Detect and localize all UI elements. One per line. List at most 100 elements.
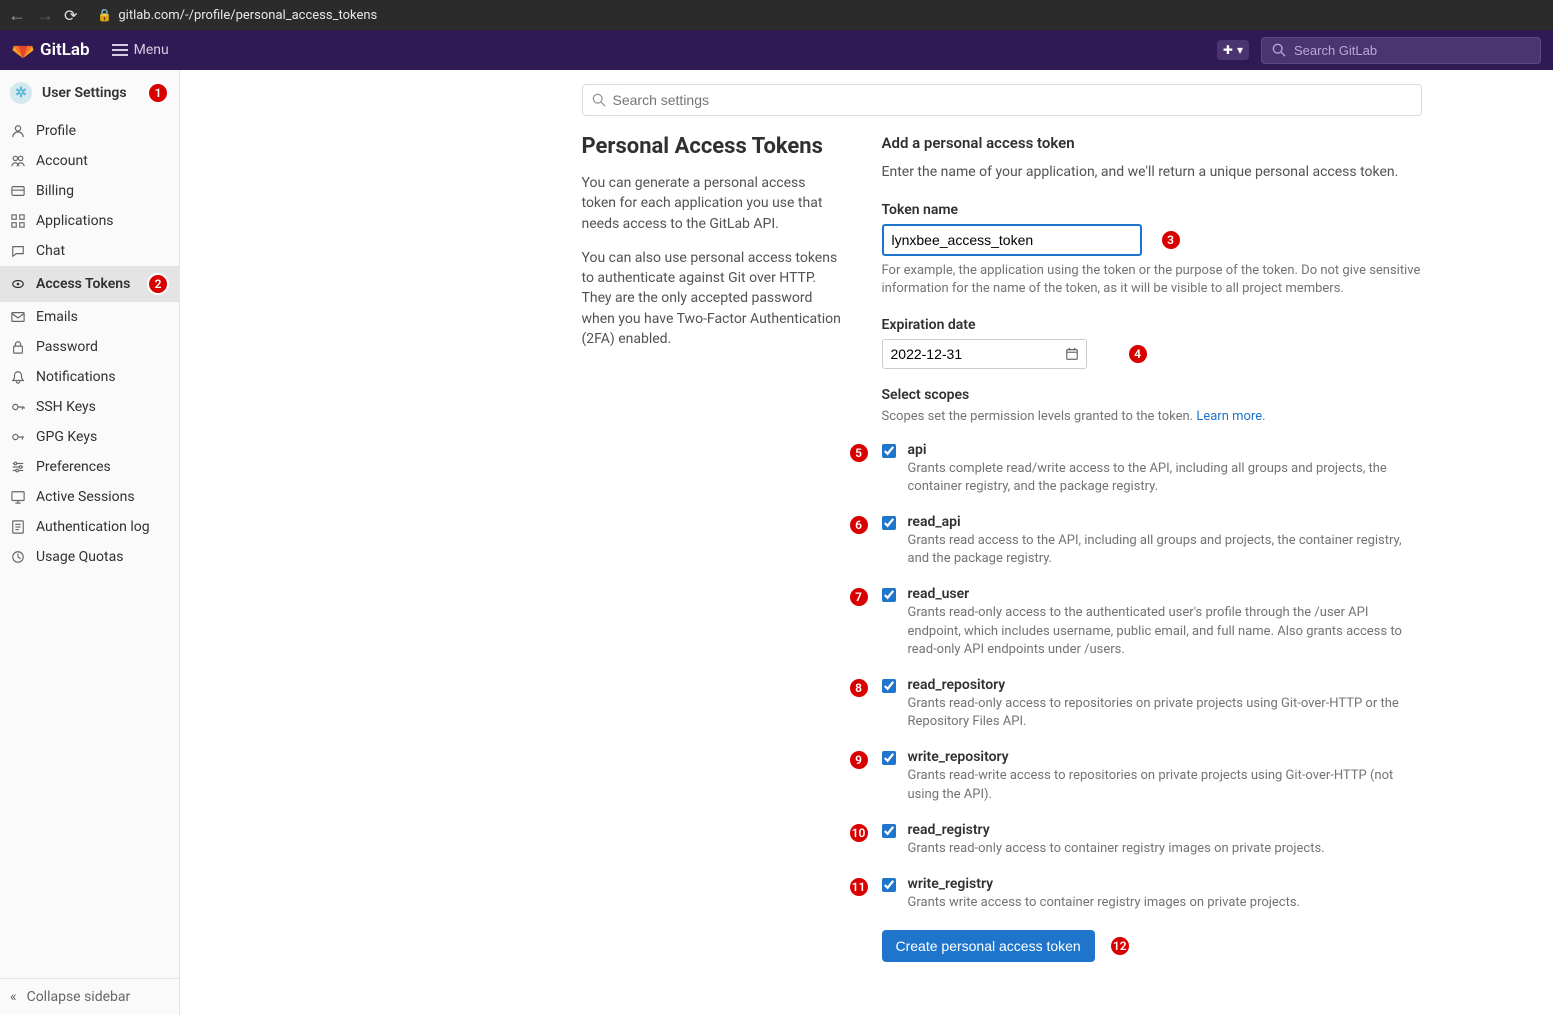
- sidebar-item-label: Applications: [36, 213, 114, 229]
- scope-row: 6 read_api Grants read access to the API, …: [846, 514, 1422, 568]
- gitlab-icon: [12, 39, 34, 61]
- account-icon: [10, 153, 26, 169]
- scope-row: 10read_registryGrants read-only access t…: [846, 822, 1422, 858]
- annotation-badge: 10: [848, 822, 870, 844]
- annotation-badge: 8: [848, 677, 870, 699]
- scope-name: write_registry: [908, 876, 1422, 892]
- sidebar-item-chat[interactable]: Chat: [0, 236, 179, 266]
- sidebar-item-label: Preferences: [36, 459, 111, 475]
- search-icon: [592, 93, 606, 107]
- annotation-badge: 7: [848, 586, 870, 608]
- sidebar-item-password[interactable]: Password: [0, 332, 179, 362]
- scope-checkbox[interactable]: [882, 751, 896, 765]
- profile-icon: [10, 123, 26, 139]
- scope-name: read_user: [908, 586, 1422, 602]
- scope-name: api: [908, 442, 1422, 458]
- expiration-input[interactable]: [882, 339, 1087, 369]
- scopes-label: Select scopes: [882, 387, 1422, 403]
- email-icon: [10, 309, 26, 325]
- sidebar-item-label: Password: [36, 339, 98, 355]
- main-content: Personal Access Tokens You can generate …: [180, 70, 1553, 1015]
- new-dropdown[interactable]: ✚ ▾: [1217, 40, 1249, 60]
- sidebar-item-emails[interactable]: Emails: [0, 302, 179, 332]
- form-intro: Enter the name of your application, and …: [882, 162, 1422, 182]
- sidebar-item-notifications[interactable]: Notifications: [0, 362, 179, 392]
- scope-checkbox[interactable]: [882, 444, 896, 458]
- address-bar[interactable]: 🔒 gitlab.com/-/profile/personal_access_t…: [97, 8, 377, 23]
- settings-search-input[interactable]: [582, 84, 1422, 116]
- collapse-label: Collapse sidebar: [27, 989, 131, 1005]
- key-icon: [10, 429, 26, 445]
- scope-name: read_registry: [908, 822, 1422, 838]
- scopes-learn-more-link[interactable]: Learn more.: [1196, 409, 1265, 424]
- quota-icon: [10, 549, 26, 565]
- scope-checkbox[interactable]: [882, 824, 896, 838]
- gitlab-logo[interactable]: GitLab: [12, 39, 90, 61]
- sidebar-item-label: Usage Quotas: [36, 549, 123, 565]
- menu-button[interactable]: Menu: [112, 42, 169, 58]
- sidebar-item-label: Account: [36, 153, 88, 169]
- scope-checkbox[interactable]: [882, 588, 896, 602]
- scope-desc: Grants read-write access to repositories…: [908, 767, 1422, 803]
- scope-row: 11write_registryGrants write access to c…: [846, 876, 1422, 912]
- scope-checkbox[interactable]: [882, 679, 896, 693]
- scope-name: write_repository: [908, 749, 1422, 765]
- url-text: gitlab.com/-/profile/personal_access_tok…: [118, 8, 377, 23]
- annotation-badge-4: 4: [1127, 343, 1149, 365]
- token-icon: [10, 276, 26, 292]
- global-search-input[interactable]: [1294, 43, 1530, 58]
- collapse-sidebar-button[interactable]: « Collapse sidebar: [0, 979, 179, 1015]
- log-icon: [10, 519, 26, 535]
- sidebar-item-label: Chat: [36, 243, 65, 259]
- sidebar-item-active-sessions[interactable]: Active Sessions: [0, 482, 179, 512]
- annotation-badge: 6: [848, 514, 870, 536]
- calendar-icon[interactable]: [1065, 347, 1079, 361]
- create-token-button[interactable]: Create personal access token: [882, 930, 1095, 962]
- annotation-badge-3: 3: [1160, 229, 1182, 251]
- sidebar-item-label: Profile: [36, 123, 76, 139]
- token-name-input[interactable]: [882, 224, 1142, 256]
- scope-desc: Grants read-only access to repositories …: [908, 695, 1422, 731]
- annotation-badge: 9: [848, 749, 870, 771]
- token-name-label: Token name: [882, 202, 1422, 218]
- scope-desc: Grants read-only access to the authentic…: [908, 604, 1422, 659]
- scope-desc: Grants write access to container registr…: [908, 894, 1422, 912]
- reload-button[interactable]: ⟳: [64, 6, 77, 25]
- scope-name: read_repository: [908, 677, 1422, 693]
- sidebar-item-label: SSH Keys: [36, 399, 96, 415]
- back-button[interactable]: ←: [8, 5, 26, 26]
- scope-name: read_api: [908, 514, 1422, 530]
- sidebar-item-auth-log[interactable]: Authentication log: [0, 512, 179, 542]
- sidebar-item-label: Authentication log: [36, 519, 150, 535]
- scope-desc: Grants complete read/write access to the…: [908, 460, 1422, 496]
- form-heading: Add a personal access token: [882, 134, 1422, 152]
- global-search[interactable]: [1261, 37, 1541, 64]
- sidebar-item-billing[interactable]: Billing: [0, 176, 179, 206]
- sidebar-item-gpg-keys[interactable]: GPG Keys: [0, 422, 179, 452]
- sidebar-item-ssh-keys[interactable]: SSH Keys: [0, 392, 179, 422]
- forward-button[interactable]: →: [36, 5, 54, 26]
- avatar: ✲: [10, 82, 32, 104]
- sidebar-item-profile[interactable]: Profile: [0, 116, 179, 146]
- scope-desc: Grants read access to the API, including…: [908, 532, 1422, 568]
- sidebar-title-row: ✲ User Settings 1: [0, 70, 179, 116]
- scope-checkbox[interactable]: [882, 516, 896, 530]
- scope-row: 9 write_repository Grants read-write acces…: [846, 749, 1422, 803]
- browser-chrome: ← → ⟳ 🔒 gitlab.com/-/profile/personal_ac…: [0, 0, 1553, 30]
- sidebar-item-usage-quotas[interactable]: Usage Quotas: [0, 542, 179, 572]
- scope-checkbox[interactable]: [882, 878, 896, 892]
- search-icon: [1272, 43, 1286, 57]
- annotation-badge-12: 12: [1109, 935, 1131, 957]
- sidebar-item-label: Billing: [36, 183, 74, 199]
- applications-icon: [10, 213, 26, 229]
- sidebar-item-applications[interactable]: Applications: [0, 206, 179, 236]
- sidebar-item-access-tokens[interactable]: Access Tokens 2: [0, 266, 179, 302]
- sidebar-item-account[interactable]: Account: [0, 146, 179, 176]
- gitlab-brand-text: GitLab: [40, 40, 90, 60]
- sidebar-item-preferences[interactable]: Preferences: [0, 452, 179, 482]
- page-title: Personal Access Tokens: [582, 134, 842, 159]
- chat-icon: [10, 243, 26, 259]
- preferences-icon: [10, 459, 26, 475]
- scope-row: 7 read_user Grants read-only access to the…: [846, 586, 1422, 659]
- sidebar-title: User Settings: [42, 85, 127, 101]
